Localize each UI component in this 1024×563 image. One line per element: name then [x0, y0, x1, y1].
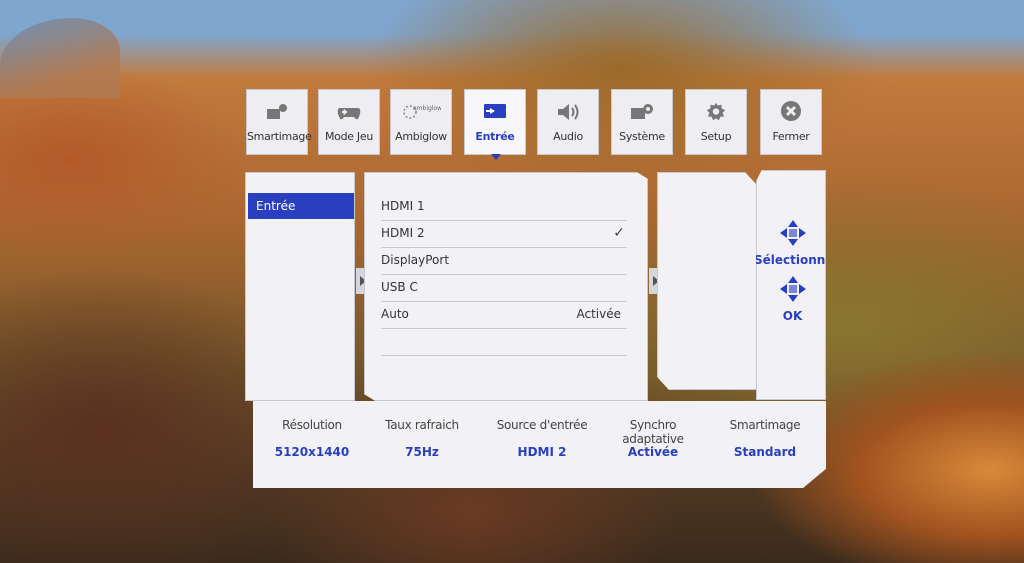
- select-hint-label: Sélectionner: [754, 253, 840, 267]
- ok-hint-label: OK: [782, 309, 803, 323]
- status-key: Source d'entrée: [496, 418, 588, 432]
- tab-entree[interactable]: Entrée: [464, 89, 526, 160]
- smartimage-icon: [247, 102, 307, 122]
- option-label: Auto: [381, 307, 409, 321]
- tab-mode-jeu[interactable]: Mode Jeu: [318, 89, 380, 155]
- close-icon: [761, 101, 821, 122]
- tab-label: Entrée: [475, 130, 515, 143]
- status-value: HDMI 2: [517, 445, 567, 459]
- option-label: USB C: [381, 280, 418, 294]
- tab-label: Setup: [700, 130, 732, 143]
- sub-options-panel: [657, 172, 757, 390]
- option-displayport[interactable]: DisplayPort: [381, 247, 627, 275]
- gamepad-icon: [319, 102, 379, 122]
- option-label: DisplayPort: [381, 253, 450, 267]
- tab-setup[interactable]: Setup: [685, 89, 747, 155]
- tab-systeme[interactable]: Système: [611, 89, 673, 155]
- status-key: Résolution: [282, 418, 342, 432]
- status-key: Synchro adaptative: [622, 418, 684, 446]
- submenu-panel: Entrée: [245, 172, 355, 401]
- tab-label: Audio: [553, 130, 583, 143]
- status-bar: Résolution 5120x1440 Taux rafraich 75Hz …: [253, 401, 826, 488]
- dpad-icon: [780, 220, 806, 246]
- tab-ambiglow[interactable]: ambiglow Ambiglow: [390, 89, 452, 155]
- svg-text:ambiglow: ambiglow: [413, 105, 441, 112]
- status-value: Activée: [627, 445, 679, 459]
- dpad-icon: [780, 276, 806, 302]
- tab-label: Mode Jeu: [324, 130, 374, 143]
- speaker-icon: [538, 102, 598, 122]
- tab-fermer[interactable]: Fermer: [760, 89, 822, 155]
- options-panel: HDMI 1 HDMI 2 ✓ DisplayPort USB C Auto A…: [364, 172, 648, 401]
- gear-icon: [686, 102, 746, 122]
- status-key: Taux rafraich: [385, 418, 459, 432]
- option-label: HDMI 2: [381, 226, 425, 240]
- option-hdmi-2[interactable]: HDMI 2 ✓: [381, 220, 627, 248]
- status-value: Standard: [733, 445, 797, 459]
- tab-smartimage[interactable]: Smartimage: [246, 89, 312, 155]
- option-value: Activée: [576, 307, 621, 321]
- navigation-hints: Sélectionner OK: [756, 170, 826, 400]
- tab-audio[interactable]: Audio: [537, 89, 599, 155]
- submenu-item-entree[interactable]: Entrée: [248, 193, 354, 219]
- active-tab-caret: [491, 154, 501, 160]
- checkmark-icon: ✓: [613, 225, 625, 241]
- option-label: HDMI 1: [381, 199, 425, 213]
- background-mountain: [0, 18, 120, 98]
- ambiglow-icon: ambiglow: [391, 102, 451, 122]
- option-auto[interactable]: Auto Activée: [381, 301, 627, 329]
- option-usb-c[interactable]: USB C: [381, 274, 627, 302]
- input-icon: [465, 102, 525, 122]
- system-icon: [612, 102, 672, 122]
- option-empty-row: [381, 328, 627, 356]
- tab-label: Système: [619, 130, 665, 143]
- status-key: Smartimage: [729, 418, 801, 432]
- option-hdmi-1[interactable]: HDMI 1: [381, 193, 627, 221]
- status-value: 75Hz: [405, 445, 439, 459]
- tab-label: Smartimage: [247, 130, 312, 143]
- tab-label: Ambiglow: [395, 130, 447, 143]
- status-value: 5120x1440: [274, 445, 350, 459]
- tab-label: Fermer: [772, 130, 810, 143]
